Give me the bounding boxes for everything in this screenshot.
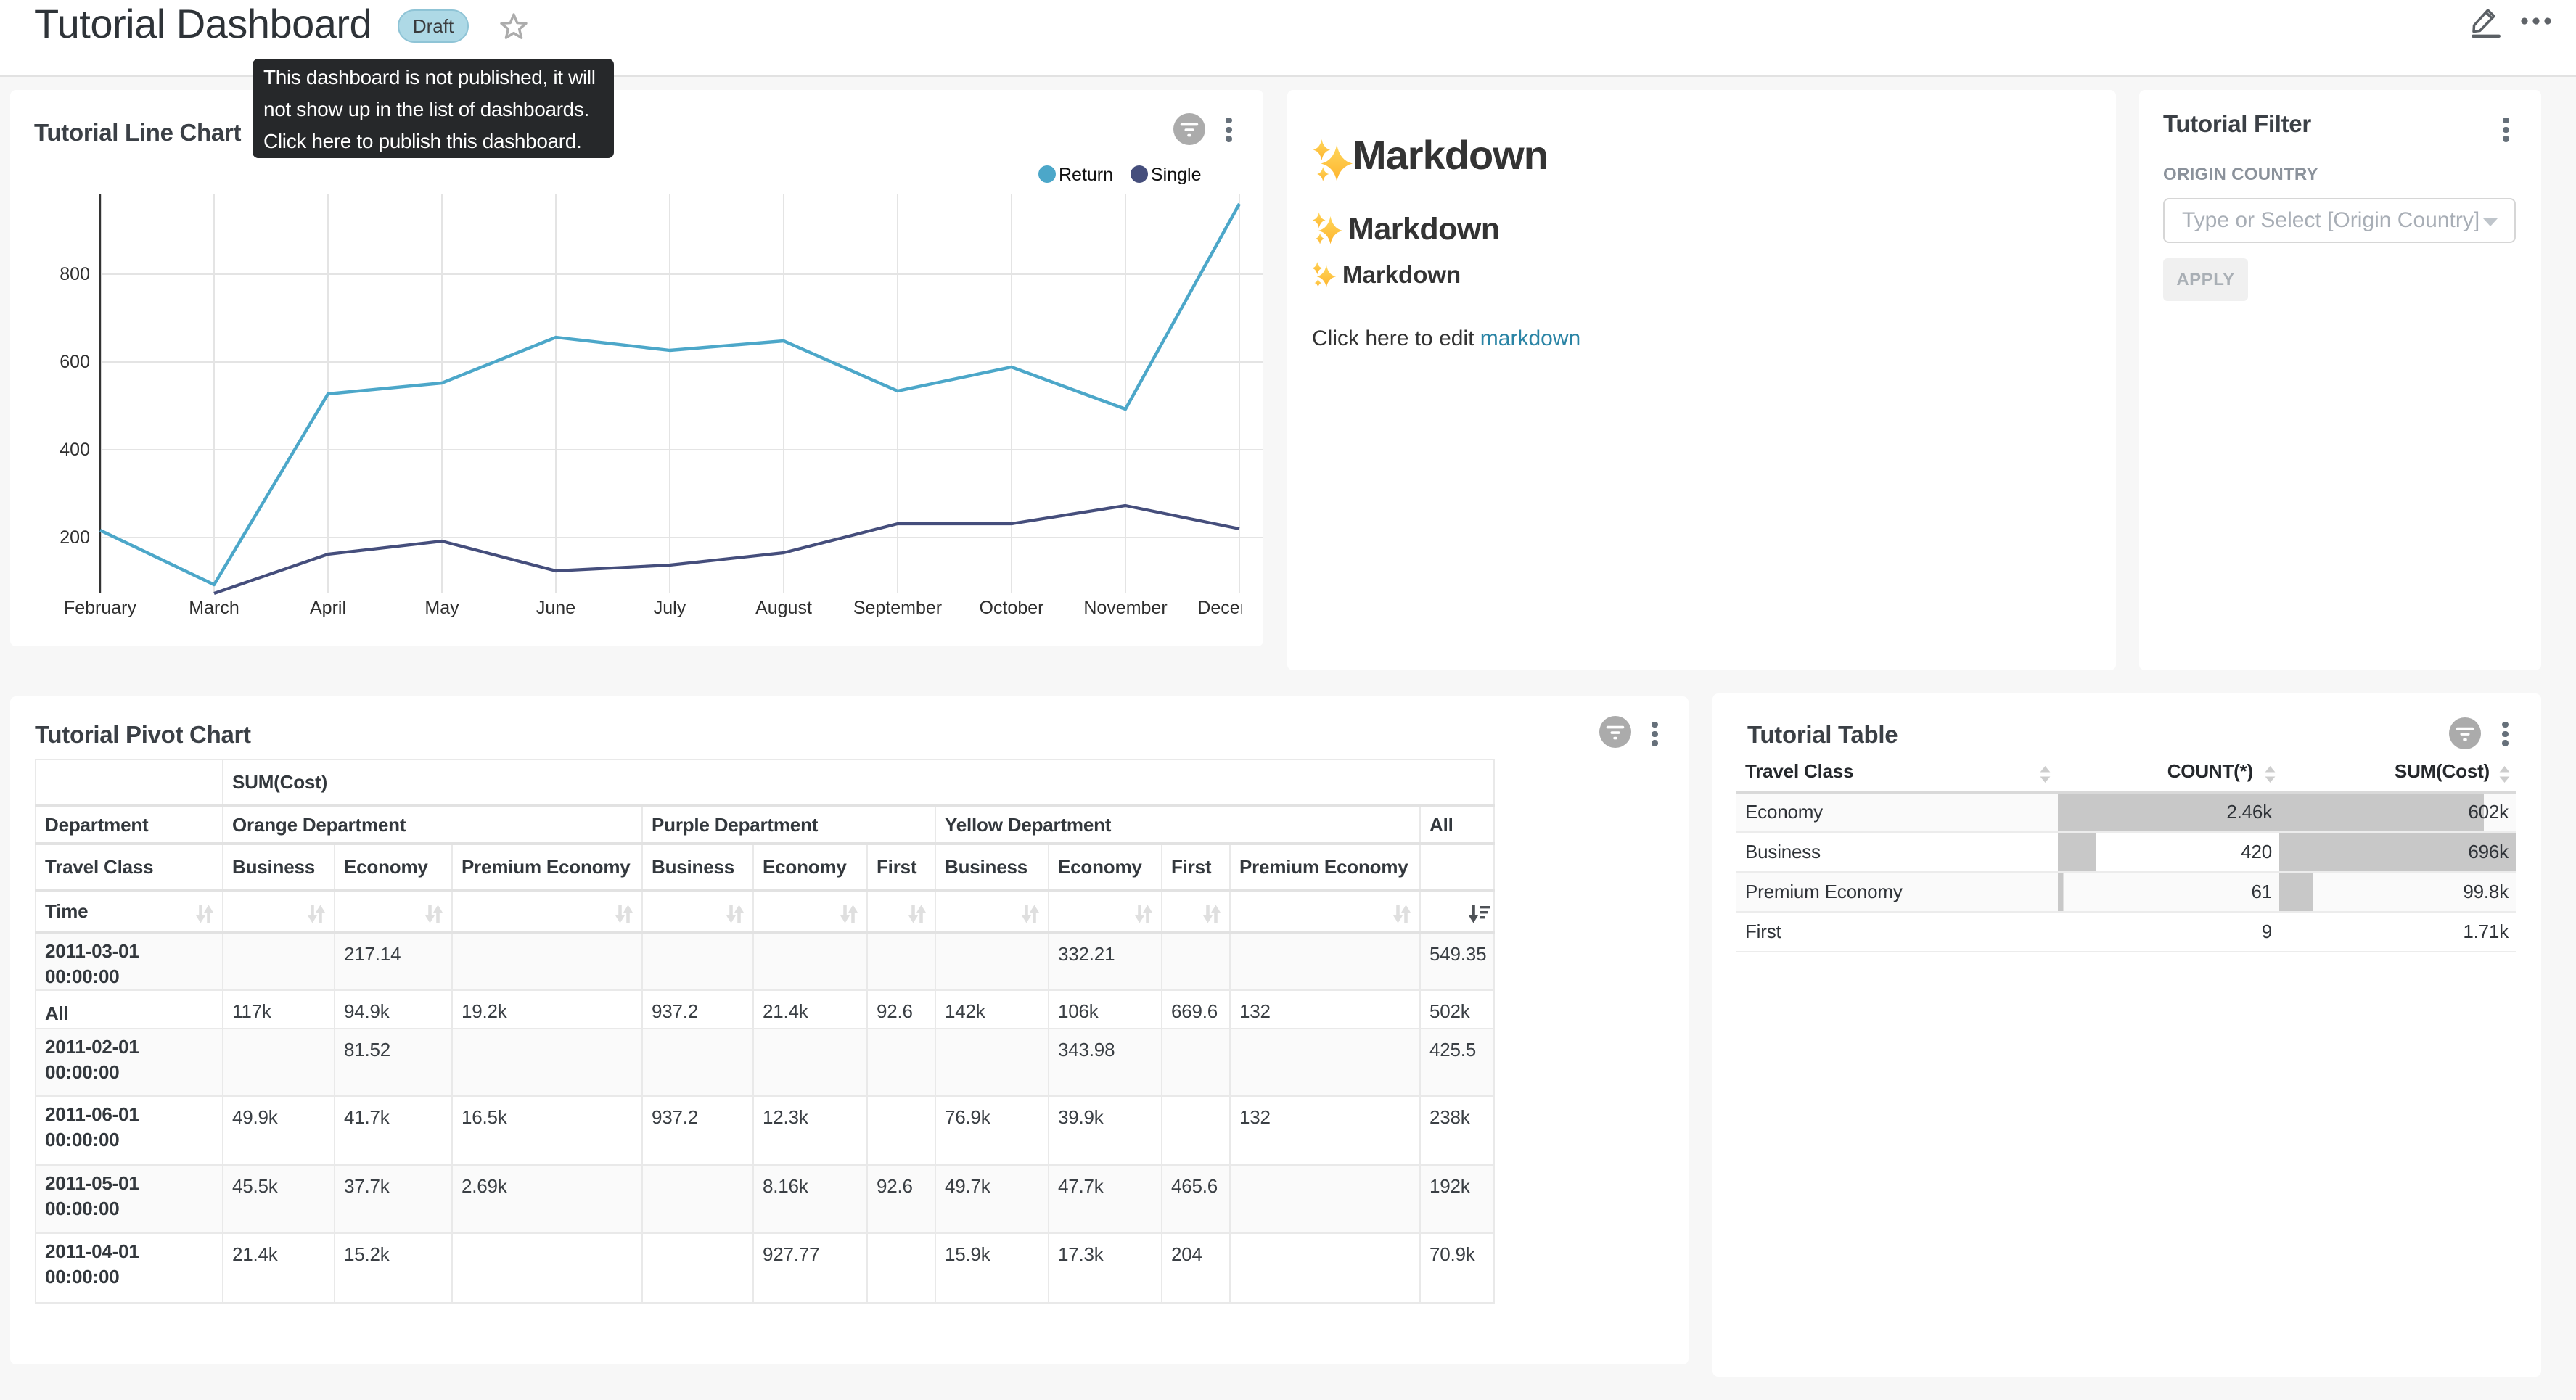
- svg-text:October: October: [980, 598, 1044, 618]
- svg-text:December: December: [1197, 598, 1263, 618]
- svg-text:800: 800: [60, 264, 90, 284]
- svg-text:March: March: [189, 598, 239, 618]
- svg-text:June: June: [536, 598, 575, 618]
- svg-text:200: 200: [60, 527, 90, 548]
- svg-text:November: November: [1083, 598, 1167, 618]
- svg-text:September: September: [853, 598, 942, 618]
- svg-text:400: 400: [60, 440, 90, 460]
- svg-text:April: April: [310, 598, 346, 618]
- svg-text:600: 600: [60, 352, 90, 372]
- svg-text:May: May: [424, 598, 459, 618]
- svg-text:July: July: [654, 598, 686, 618]
- svg-text:Single: Single: [1151, 165, 1202, 185]
- svg-text:Return: Return: [1059, 165, 1113, 185]
- svg-text:August: August: [755, 598, 812, 618]
- svg-text:February: February: [64, 598, 137, 618]
